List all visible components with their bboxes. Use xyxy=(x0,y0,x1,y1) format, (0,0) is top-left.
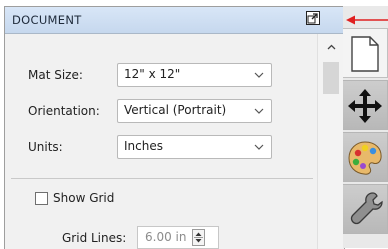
tab-tools[interactable] xyxy=(343,184,388,234)
move-arrows-icon xyxy=(348,89,382,123)
orientation-select[interactable]: Vertical (Portrait) xyxy=(117,99,272,123)
units-select[interactable]: Inches xyxy=(117,135,272,159)
orientation-value: Vertical (Portrait) xyxy=(124,103,227,117)
orientation-label: Orientation: xyxy=(28,104,100,118)
chevron-down-icon xyxy=(254,108,264,114)
tab-move[interactable] xyxy=(343,80,388,130)
show-grid-label: Show Grid xyxy=(53,191,115,205)
mat-size-label: Mat Size: xyxy=(28,68,83,82)
panel-title: DOCUMENT xyxy=(12,13,82,27)
page-icon xyxy=(351,36,379,72)
show-grid-checkbox[interactable] xyxy=(35,192,48,205)
tab-document[interactable] xyxy=(343,28,388,78)
wrench-icon xyxy=(350,192,383,225)
panel-header: DOCUMENT xyxy=(5,7,344,34)
section-divider xyxy=(11,178,313,179)
chevron-down-icon xyxy=(254,72,264,78)
tab-color[interactable] xyxy=(343,132,388,182)
scroll-thumb[interactable] xyxy=(323,62,339,94)
chevron-down-icon xyxy=(254,144,264,150)
popout-icon[interactable] xyxy=(306,11,320,25)
document-panel: DOCUMENT Mat Size: 12" x 12" Orientation… xyxy=(4,6,345,249)
units-label: Units: xyxy=(28,140,63,154)
scroll-up-icon[interactable] xyxy=(327,44,336,50)
panel-scrollbar[interactable] xyxy=(317,34,344,249)
grid-lines-label: Grid Lines: xyxy=(62,231,127,245)
mat-size-select[interactable]: 12" x 12" xyxy=(117,63,272,87)
spinner-down-icon xyxy=(195,239,202,243)
side-tab-bar xyxy=(343,6,388,248)
palette-icon xyxy=(348,141,382,175)
grid-lines-value: 6.00 in xyxy=(145,230,187,244)
units-value: Inches xyxy=(124,139,163,153)
spinner-up-icon xyxy=(195,232,202,236)
mat-size-value: 12" x 12" xyxy=(124,67,181,81)
callout-arrow-icon xyxy=(346,15,388,25)
panel-content: Mat Size: 12" x 12" Orientation: Vertica… xyxy=(5,34,317,249)
grid-lines-spinner[interactable] xyxy=(192,229,205,246)
grid-lines-input[interactable]: 6.00 in xyxy=(137,226,219,249)
